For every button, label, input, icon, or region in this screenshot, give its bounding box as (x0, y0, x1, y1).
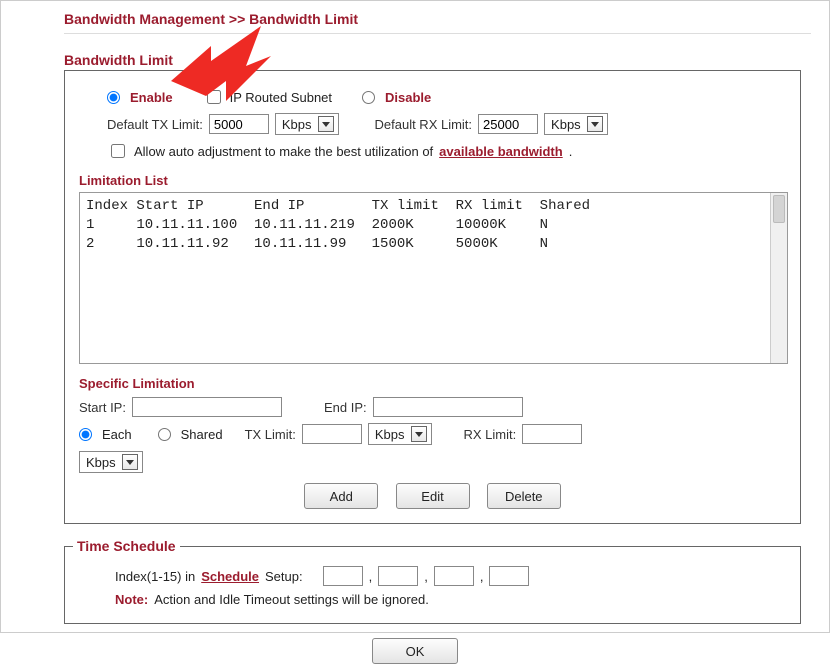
default-tx-unit-select[interactable]: Kbps (275, 113, 339, 135)
default-rx-input[interactable] (478, 114, 538, 134)
scroll-thumb[interactable] (773, 195, 785, 223)
edit-button[interactable]: Edit (396, 483, 470, 509)
ip-routed-subnet-label: IP Routed Subnet (230, 90, 332, 105)
schedule-link[interactable]: Schedule (201, 569, 259, 584)
schedule-index-4[interactable] (489, 566, 529, 586)
specific-rx-unit-value: Kbps (86, 455, 116, 470)
disable-radio[interactable] (362, 91, 375, 104)
bandwidth-limit-panel: Enable IP Routed Subnet Disable Default … (64, 70, 801, 524)
chevron-down-icon (587, 116, 603, 132)
limitation-list-heading: Limitation List (79, 173, 786, 188)
ip-routed-subnet-checkbox[interactable] (207, 90, 221, 104)
note-label: Note: (115, 592, 148, 607)
default-rx-unit-value: Kbps (551, 117, 581, 132)
schedule-index-1[interactable] (323, 566, 363, 586)
available-bandwidth-link[interactable]: available bandwidth (439, 144, 563, 159)
add-button[interactable]: Add (304, 483, 378, 509)
default-tx-input[interactable] (209, 114, 269, 134)
end-ip-label: End IP: (324, 400, 367, 415)
specific-tx-input[interactable] (302, 424, 362, 444)
comma: , (480, 569, 484, 584)
schedule-index-label-before: Index(1-15) in (115, 569, 195, 584)
each-label: Each (102, 427, 132, 442)
disable-label: Disable (385, 90, 431, 105)
delete-button[interactable]: Delete (487, 483, 561, 509)
ok-button[interactable]: OK (372, 638, 458, 664)
default-rx-label: Default RX Limit: (375, 117, 473, 132)
schedule-index-3[interactable] (434, 566, 474, 586)
specific-tx-unit-value: Kbps (375, 427, 405, 442)
chevron-down-icon (122, 454, 138, 470)
schedule-index-label-after: Setup: (265, 569, 303, 584)
specific-rx-unit-select[interactable]: Kbps (79, 451, 143, 473)
shared-label: Shared (181, 427, 223, 442)
auto-adjust-text: Allow auto adjustment to make the best u… (134, 144, 433, 159)
schedule-index-2[interactable] (378, 566, 418, 586)
scrollbar[interactable] (770, 193, 787, 363)
enable-radio[interactable] (107, 91, 120, 104)
shared-radio[interactable] (158, 428, 171, 441)
time-schedule-panel: Time Schedule Index(1-15) in Schedule Se… (64, 538, 801, 624)
start-ip-input[interactable] (132, 397, 282, 417)
comma: , (369, 569, 373, 584)
specific-rx-input[interactable] (522, 424, 582, 444)
auto-adjust-checkbox[interactable] (111, 144, 125, 158)
specific-rx-label: RX Limit: (464, 427, 517, 442)
limitation-list-content: Index Start IP End IP TX limit RX limit … (86, 197, 787, 254)
each-radio[interactable] (79, 428, 92, 441)
default-tx-label: Default TX Limit: (107, 117, 203, 132)
enable-label: Enable (130, 90, 173, 105)
limitation-list-box[interactable]: Index Start IP End IP TX limit RX limit … (79, 192, 788, 364)
breadcrumb: Bandwidth Management >> Bandwidth Limit (64, 11, 811, 34)
end-ip-input[interactable] (373, 397, 523, 417)
default-tx-unit-value: Kbps (282, 117, 312, 132)
chevron-down-icon (318, 116, 334, 132)
start-ip-label: Start IP: (79, 400, 126, 415)
specific-tx-unit-select[interactable]: Kbps (368, 423, 432, 445)
chevron-down-icon (411, 426, 427, 442)
auto-adjust-text-after: . (569, 144, 573, 159)
specific-limitation-heading: Specific Limitation (79, 376, 786, 391)
note-text: Action and Idle Timeout settings will be… (154, 592, 429, 607)
time-schedule-legend: Time Schedule (73, 538, 180, 554)
specific-tx-label: TX Limit: (245, 427, 296, 442)
comma: , (424, 569, 428, 584)
section-title: Bandwidth Limit (64, 52, 811, 68)
default-rx-unit-select[interactable]: Kbps (544, 113, 608, 135)
